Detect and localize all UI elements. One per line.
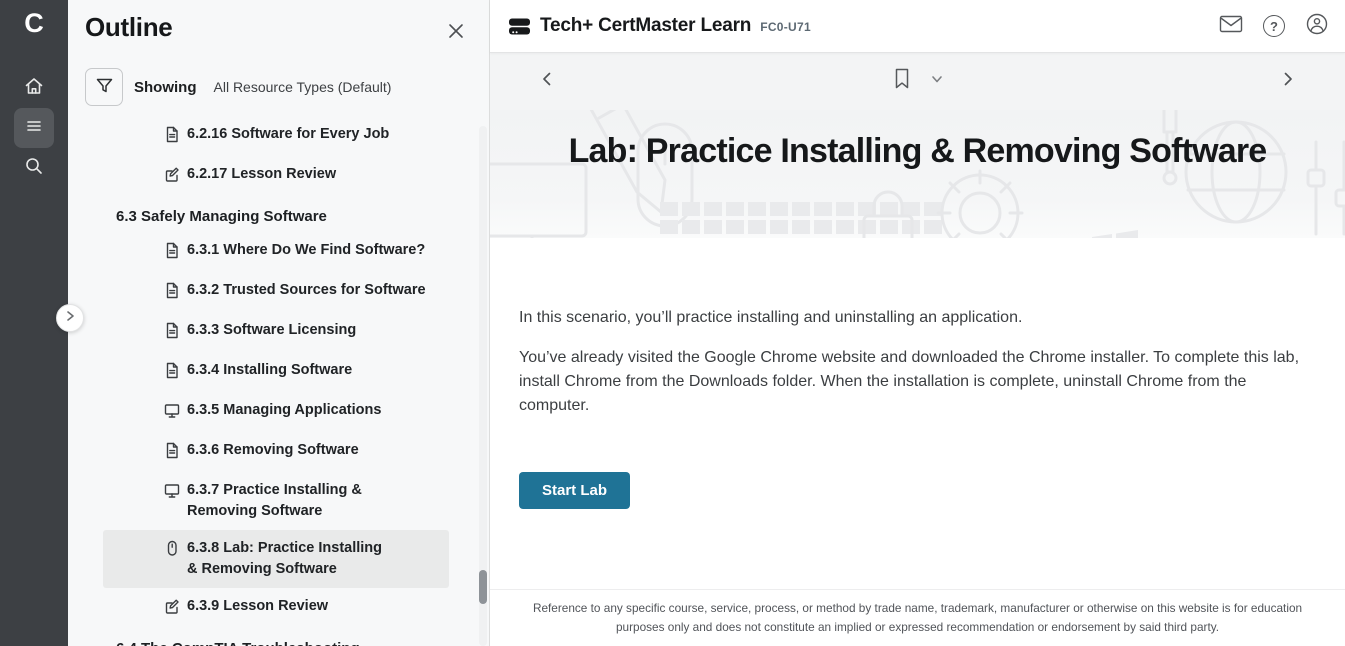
chevron-right-icon — [1279, 70, 1297, 93]
document-icon — [164, 242, 180, 264]
outline-list: 6.2.16 Software for Every Job 6.2.17 Les… — [68, 116, 489, 646]
app-title: Tech+ CertMaster Learn — [540, 15, 751, 37]
list-item[interactable]: 6.3.2 Trusted Sources for Software — [103, 272, 449, 312]
list-item[interactable]: 6.2.17 Lesson Review — [103, 156, 449, 196]
course-code: FC0-U71 — [760, 20, 811, 34]
page-title: Lab: Practice Installing & Removing Soft… — [490, 132, 1345, 171]
search-button[interactable] — [14, 148, 54, 188]
legal-footer: Reference to any specific course, servic… — [490, 589, 1345, 646]
lesson-navbar — [490, 53, 1345, 110]
filter-value[interactable]: All Resource Types (Default) — [214, 79, 392, 95]
home-button[interactable] — [14, 68, 54, 108]
document-icon — [164, 282, 180, 304]
list-item[interactable]: 6.3.1 Where Do We Find Software? — [103, 232, 449, 272]
main-area: Tech+ CertMaster Learn FC0-U71 ? — [490, 0, 1345, 646]
filter-button[interactable] — [85, 68, 123, 106]
app: C Outline — [0, 0, 1345, 646]
lesson-content: In this scenario, you’ll practice instal… — [490, 238, 1345, 509]
previous-page-button[interactable] — [532, 67, 562, 97]
help-button[interactable]: ? — [1262, 14, 1286, 38]
bookmark-menu-button[interactable] — [930, 72, 944, 91]
outline-scrollbar-thumb[interactable] — [479, 570, 487, 604]
list-item[interactable]: 6.3.9 Lesson Review — [103, 588, 449, 628]
chevron-left-icon — [538, 70, 556, 93]
search-icon — [23, 155, 45, 182]
list-item-selected[interactable]: 6.3.8 Lab: Practice Installing & Removin… — [103, 530, 449, 588]
comptia-logo: C — [24, 6, 44, 40]
app-header: Tech+ CertMaster Learn FC0-U71 ? — [490, 0, 1345, 53]
document-icon — [164, 126, 180, 148]
monitor-icon — [164, 402, 180, 424]
help-icon: ? — [1263, 15, 1285, 37]
filter-row: Showing All Resource Types (Default) — [85, 68, 489, 106]
list-item[interactable]: 6.3.5 Managing Applications — [103, 392, 449, 432]
brand: Tech+ CertMaster Learn FC0-U71 — [508, 15, 811, 37]
chevron-right-icon — [64, 309, 76, 327]
section-header[interactable]: 6.4 The CompTIA Troubleshooting — [103, 628, 449, 646]
keyboard-decoration-icon — [658, 200, 968, 238]
monitor-icon — [164, 482, 180, 504]
scenario-paragraph: In this scenario, you’ll practice instal… — [519, 306, 1311, 330]
document-icon — [164, 322, 180, 344]
legal-disclaimer: Reference to any specific course, servic… — [520, 599, 1315, 637]
edit-icon — [164, 598, 180, 620]
mouse-icon — [164, 540, 180, 562]
filter-showing-label: Showing — [134, 79, 197, 96]
list-item[interactable]: 6.3.7 Practice Installing & Removing Sof… — [103, 472, 449, 530]
close-icon — [446, 21, 466, 46]
mail-icon — [1219, 14, 1243, 39]
bookmark-button[interactable] — [892, 67, 912, 96]
menu-icon — [23, 115, 45, 142]
document-icon — [164, 442, 180, 464]
document-icon — [164, 362, 180, 384]
list-item[interactable]: 6.3.3 Software Licensing — [103, 312, 449, 352]
outline-panel: Outline Showing All Resource Types (Defa… — [68, 0, 490, 646]
bookmark-icon — [892, 67, 912, 96]
globe-decoration-icon — [1176, 112, 1296, 237]
account-button[interactable] — [1305, 14, 1329, 38]
start-lab-button[interactable]: Start Lab — [519, 472, 630, 509]
windows-decoration-icon — [1090, 230, 1140, 238]
instructions-paragraph: You’ve already visited the Google Chrome… — [519, 346, 1311, 418]
home-icon — [23, 75, 45, 102]
chevron-down-icon — [930, 72, 944, 91]
collapse-panel-button[interactable] — [56, 304, 84, 332]
lesson-banner: Lab: Practice Installing & Removing Soft… — [490, 110, 1345, 238]
close-outline-button[interactable] — [443, 20, 469, 46]
section-header[interactable]: 6.3 Safely Managing Software — [103, 196, 449, 232]
outline-scrollbar-track[interactable] — [479, 126, 487, 646]
filter-funnel-icon — [95, 76, 114, 98]
edit-icon — [164, 166, 180, 188]
brand-stack-icon — [508, 16, 531, 37]
mail-button[interactable] — [1219, 14, 1243, 38]
list-item[interactable]: 6.3.6 Removing Software — [103, 432, 449, 472]
outline-menu-button[interactable] — [14, 108, 54, 148]
next-page-button[interactable] — [1273, 67, 1303, 97]
outline-title: Outline — [85, 12, 172, 43]
list-item[interactable]: 6.2.16 Software for Every Job — [103, 116, 449, 156]
account-icon — [1305, 12, 1329, 41]
lock-decoration-icon — [858, 188, 918, 238]
list-item[interactable]: 6.3.4 Installing Software — [103, 352, 449, 392]
